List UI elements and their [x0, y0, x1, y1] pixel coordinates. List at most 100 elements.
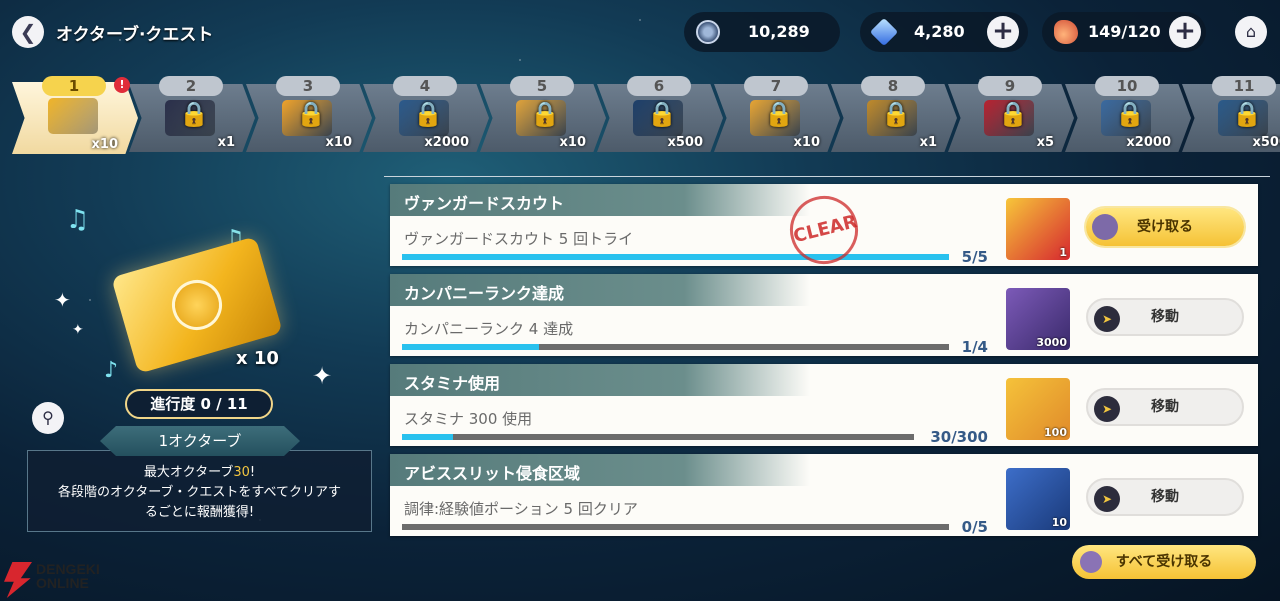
button-label: 移動	[1151, 489, 1179, 505]
wing-stamina-icon	[1054, 20, 1078, 44]
stamina-value: 149/120	[1088, 22, 1161, 41]
mission-count: 1/4	[961, 338, 988, 356]
watermark-text: DENGEKI ONLINE	[36, 561, 100, 591]
mission-progress-bar	[402, 344, 949, 350]
lock-icon: 🔒	[647, 100, 677, 128]
tab-number: 4	[393, 76, 457, 96]
add-gem-button[interactable]: +	[987, 16, 1019, 48]
mission-card: カンパニーランク達成 カンパニーランク 4 達成 1/4 3000 ➤ 移動	[390, 274, 1258, 356]
add-stamina-button[interactable]: +	[1169, 16, 1201, 48]
rank-medal-reward-icon[interactable]: 3000	[1006, 288, 1070, 350]
mission-progress-fill	[402, 434, 454, 440]
scout-ticket-reward-icon[interactable]: 1	[1006, 198, 1070, 260]
notification-badge-icon: !	[114, 77, 130, 93]
mission-progress-fill	[402, 254, 949, 260]
page-title: オクターブ·クエスト	[56, 25, 214, 45]
potion-reward-icon[interactable]: 10	[1006, 468, 1070, 530]
back-arrow-icon[interactable]: ❮	[12, 16, 44, 48]
tab-number: 1	[42, 76, 106, 96]
music-note-icon: ♫	[66, 205, 90, 235]
hex-coin-icon	[696, 20, 720, 44]
tab-reward-count: x10	[325, 135, 352, 150]
tab-number: 6	[627, 76, 691, 96]
description-line-1: 最大オクターブ30!	[143, 465, 256, 480]
mission-header: アビススリット侵食区域	[390, 454, 810, 486]
reward-quantity: 10	[1051, 516, 1067, 529]
claim-all-button[interactable]: すべて受け取る	[1072, 545, 1256, 579]
mission-card: スタミナ使用 スタミナ 300 使用 30/300 100 ➤ 移動	[390, 364, 1258, 446]
mission-count: 5/5	[961, 248, 988, 266]
claim-button[interactable]: 受け取る	[1086, 208, 1244, 246]
claim-all-label: すべて受け取る	[1115, 554, 1213, 570]
sparkle-icon: ✦	[54, 288, 71, 312]
octave-progress: 進行度 0 / 11	[125, 389, 273, 419]
tab-reward-item-image	[48, 98, 98, 134]
tab-number: 8	[861, 76, 925, 96]
mission-title: スタミナ使用	[404, 374, 501, 393]
tab-number: 3	[276, 76, 340, 96]
tab-reward-count: x1	[919, 135, 937, 150]
go-button[interactable]: ➤ 移動	[1086, 388, 1244, 426]
mission-title: カンパニーランク達成	[404, 284, 565, 303]
mission-header: ヴァンガードスカウト	[390, 184, 810, 216]
ticket-multiplier: x 10	[236, 348, 279, 369]
arrow-go-icon: ➤	[1094, 396, 1120, 422]
go-button[interactable]: ➤ 移動	[1086, 298, 1244, 336]
tab-number: 2	[159, 76, 223, 96]
mission-count: 30/300	[930, 428, 988, 446]
description-line-3: るごとに報酬獲得!	[144, 505, 255, 520]
lock-icon: 🔒	[1115, 100, 1145, 128]
reward-quantity: 1	[1059, 246, 1067, 259]
tab-number: 11	[1212, 76, 1276, 96]
arrow-go-icon: ➤	[1094, 486, 1120, 512]
search-icon[interactable]: ⚲	[32, 402, 64, 434]
button-label: 移動	[1151, 309, 1179, 325]
reward-quantity: 100	[1044, 426, 1067, 439]
gift-icon	[1080, 551, 1102, 573]
ticket-emblem-icon	[166, 274, 228, 336]
tab-reward-count: x5	[1036, 135, 1054, 150]
watermark: DENGEKI ONLINE	[0, 560, 130, 601]
tab-reward-count: x10	[559, 135, 586, 150]
mission-progress-fill	[402, 344, 539, 350]
diamond-gem-icon	[869, 17, 899, 47]
mission-title: アビススリット侵食区域	[404, 464, 581, 483]
lock-icon: 🔒	[296, 100, 326, 128]
gem-value: 4,280	[914, 22, 965, 41]
mission-description: 調律:経験値ポーション 5 回クリア	[404, 500, 638, 518]
sparkle-icon: ✦	[312, 362, 333, 390]
lock-icon: 🔒	[413, 100, 443, 128]
arrow-go-icon: ➤	[1094, 306, 1120, 332]
lock-icon: 🔒	[1232, 100, 1262, 128]
tab-number: 10	[1095, 76, 1159, 96]
button-label: 移動	[1151, 399, 1179, 415]
wing-reward-icon[interactable]: 100	[1006, 378, 1070, 440]
reward-quantity: 3000	[1036, 336, 1067, 349]
tab-reward-count: x2000	[424, 135, 469, 150]
mission-progress-bar	[402, 434, 914, 440]
tab-reward-count: x500	[1252, 135, 1280, 150]
lock-icon: 🔒	[764, 100, 794, 128]
mission-progress-bar	[402, 524, 949, 530]
lock-icon: 🔒	[530, 100, 560, 128]
mission-card: アビススリット侵食区域 調律:経験値ポーション 5 回クリア 0/5 10 ➤ 移動	[390, 454, 1258, 536]
mission-description: カンパニーランク 4 達成	[404, 320, 574, 338]
tab-reward-count: x10	[91, 137, 118, 152]
lock-icon: 🔒	[881, 100, 911, 128]
tab-reward-count: x1	[217, 135, 235, 150]
mission-title: ヴァンガードスカウト	[404, 194, 565, 213]
mission-card: ヴァンガードスカウト ヴァンガードスカウト 5 回トライ 5/5 1 受け取る CLEAR	[390, 184, 1258, 272]
mission-description: ヴァンガードスカウト 5 回トライ	[404, 230, 634, 248]
mission-progress-bar	[402, 254, 949, 260]
home-icon[interactable]: ⌂	[1235, 16, 1267, 48]
list-divider	[384, 176, 1270, 177]
octave-level-label: 1オクターブ	[100, 426, 300, 456]
octave-tab-bar: x10 1 🔒 x1 2 🔒 x10 3 🔒 x2000 4 🔒 x10 5 🔒 x500 6 🔒 x10 7 🔒 x1 8…	[0, 76, 1280, 156]
music-note-icon: ♪	[104, 358, 119, 383]
mission-header: カンパニーランク達成	[390, 274, 810, 306]
lock-icon: 🔒	[179, 100, 209, 128]
lock-icon: 🔒	[998, 100, 1028, 128]
octave-description: 最大オクターブ30! 各段階のオクターブ・クエストをすべてクリアす るごとに報酬…	[27, 450, 372, 532]
go-button[interactable]: ➤ 移動	[1086, 478, 1244, 516]
description-line-2: 各段階のオクターブ・クエストをすべてクリアす	[57, 485, 341, 500]
